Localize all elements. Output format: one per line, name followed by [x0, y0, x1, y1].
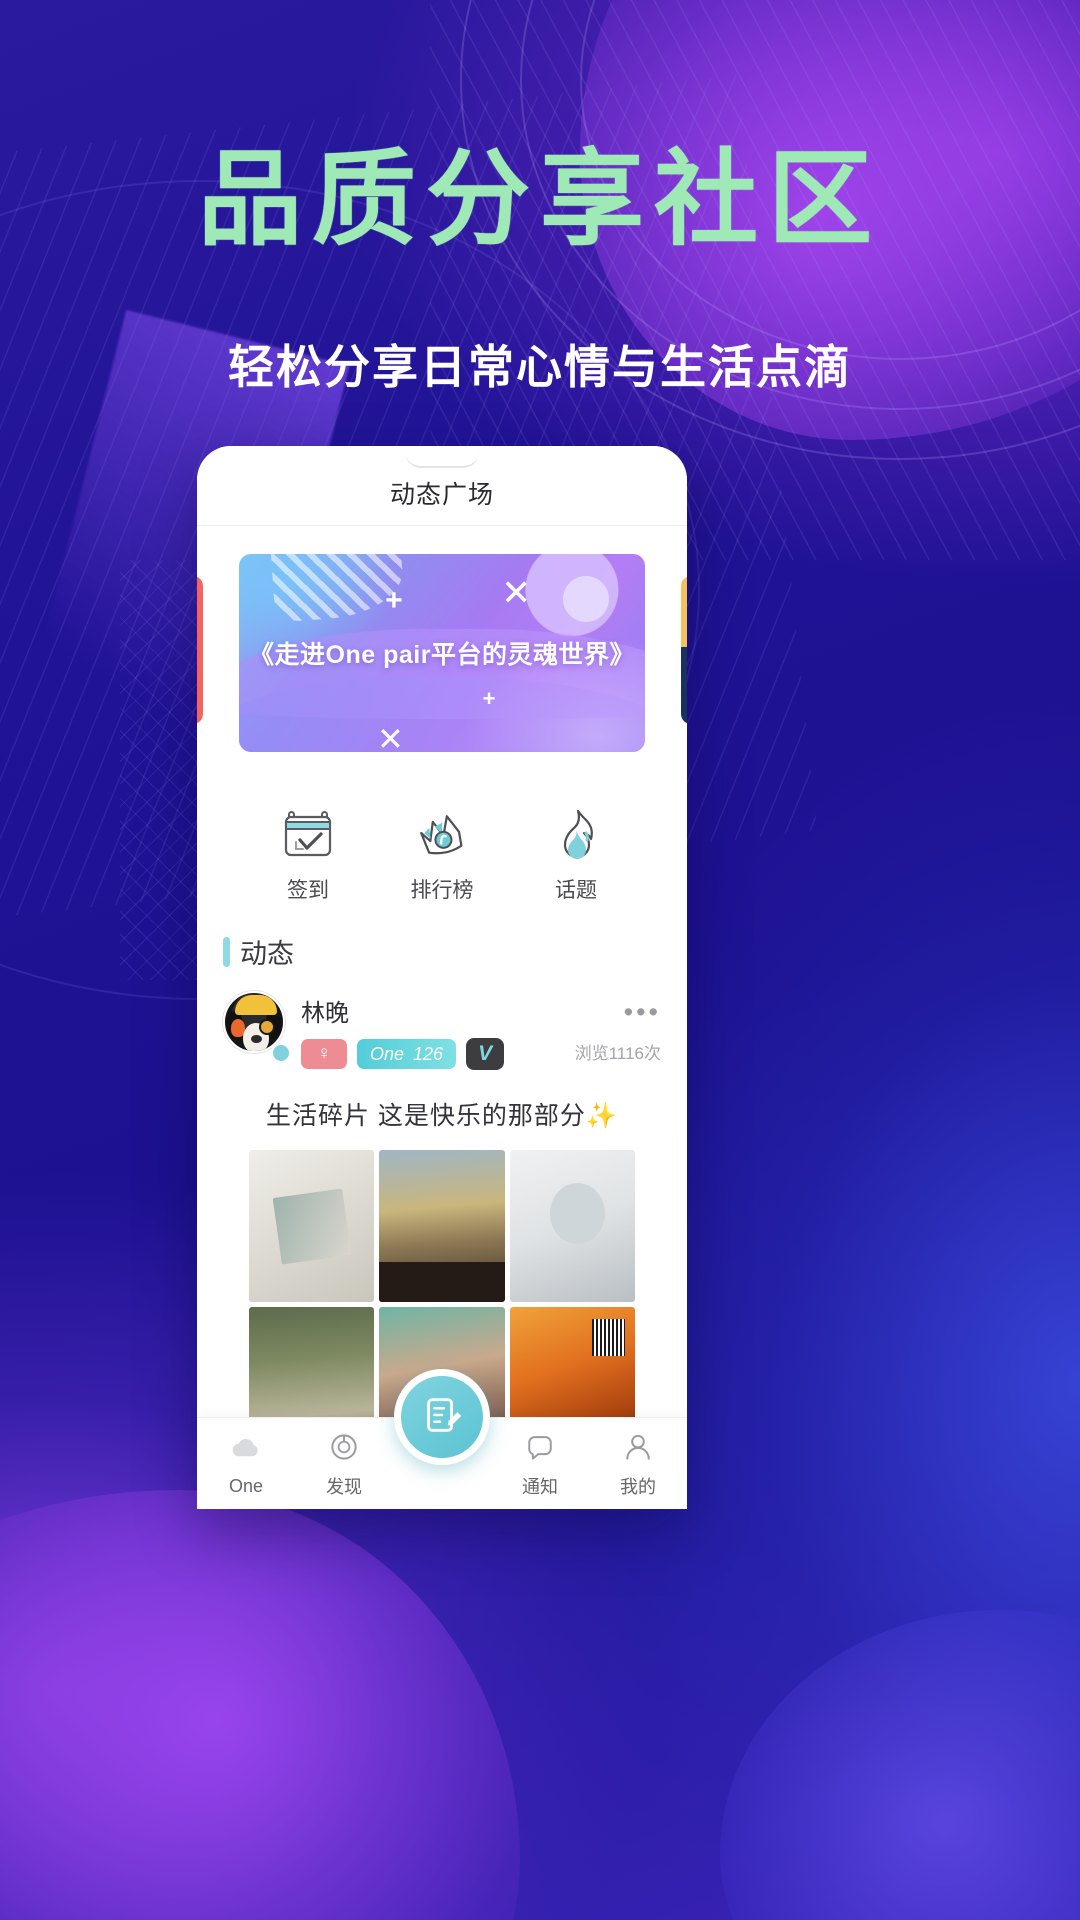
tab-notifications[interactable]: 通知	[491, 1428, 589, 1499]
plus-mark-icon: +	[385, 584, 403, 617]
tab-label: 发现	[326, 1477, 362, 1497]
decor-blob-bottom-left	[0, 1490, 520, 1920]
post-image[interactable]	[509, 1150, 635, 1302]
level-badge: One 126	[357, 1039, 457, 1069]
cloud-icon	[227, 1431, 265, 1469]
tab-label: One	[228, 1475, 264, 1496]
plus-mark-icon-2: +	[482, 686, 496, 711]
decor-blob-bottom-right	[720, 1610, 1080, 1920]
phone-mockup: 动态广场 + ✕ + ✕ 《走进One pair平台的灵魂世界》 签到 排行榜 …	[197, 446, 687, 1509]
shortcut-topic[interactable]: 话题	[528, 806, 624, 904]
banner-circle-decor	[563, 576, 609, 622]
shortcut-row: 签到 排行榜 话题	[197, 772, 687, 916]
carousel-prev-peek[interactable]	[197, 576, 203, 724]
gender-badge: ♀	[301, 1039, 347, 1069]
app-nav-bar: 动态广场	[197, 446, 687, 526]
page-title: 品质分享社区	[197, 142, 882, 258]
section-title: 动态	[240, 939, 294, 969]
avatar-shape-nose	[251, 1035, 262, 1043]
tab-label: 通知	[522, 1477, 558, 1497]
online-status-dot	[271, 1043, 291, 1063]
banner-carousel[interactable]: + ✕ + ✕ 《走进One pair平台的灵魂世界》	[197, 544, 687, 772]
section-header-feed: 动态	[197, 916, 687, 977]
compose-fab-button[interactable]	[394, 1369, 490, 1465]
shortcut-label: 签到	[287, 879, 329, 902]
chat-bubble-icon	[521, 1428, 559, 1466]
post-image[interactable]	[249, 1150, 375, 1302]
app-scroll-body[interactable]: + ✕ + ✕ 《走进One pair平台的灵魂世界》 签到 排行榜 话题 动态…	[197, 526, 687, 1509]
user-icon	[619, 1428, 657, 1466]
shortcut-ranking[interactable]: 排行榜	[394, 806, 490, 904]
post-header: 林晚 ♀ One 126 V ••• 浏览1116次	[223, 991, 661, 1070]
cross-mark-icon: ✕	[501, 572, 532, 613]
verified-badge: V	[466, 1038, 505, 1070]
shortcut-label: 排行榜	[410, 879, 474, 902]
post-body-text: 生活碎片 这是快乐的那部分✨	[265, 1102, 619, 1130]
shortcut-checkin[interactable]: 签到	[260, 806, 356, 904]
more-options-icon[interactable]: •••	[624, 997, 661, 1028]
calendar-check-icon	[280, 806, 336, 862]
compose-note-icon	[419, 1392, 465, 1443]
flame-icon	[548, 806, 604, 862]
crown-icon	[414, 806, 470, 862]
section-accent-bar	[223, 936, 230, 967]
page-subtitle: 轻松分享日常心情与生活点滴	[228, 341, 852, 393]
level-badge-value: 126	[413, 1043, 444, 1064]
avatar-shape-eye	[259, 1019, 275, 1035]
compass-icon	[325, 1428, 363, 1466]
tab-discover[interactable]: 发现	[295, 1428, 393, 1499]
avatar-shape-hat	[235, 995, 277, 1015]
app-title: 动态广场	[389, 481, 494, 509]
banner-slide-active[interactable]: + ✕ + ✕ 《走进One pair平台的灵魂世界》	[239, 554, 645, 752]
notch-curve	[405, 452, 479, 468]
banner-title: 《走进One pair平台的灵魂世界》	[249, 641, 635, 669]
view-count: 浏览1116次	[574, 1044, 661, 1063]
cross-mark-icon-2: ✕	[377, 721, 404, 752]
shortcut-label: 话题	[555, 879, 597, 902]
tab-label: 我的	[620, 1477, 656, 1497]
tab-one[interactable]: One	[197, 1431, 295, 1497]
level-badge-prefix: One	[370, 1043, 405, 1064]
username[interactable]: 林晚	[301, 993, 661, 1028]
post-image[interactable]	[379, 1150, 505, 1302]
carousel-next-peek[interactable]	[681, 576, 687, 724]
banner-wave-2	[239, 676, 645, 752]
tab-profile[interactable]: 我的	[589, 1428, 687, 1499]
